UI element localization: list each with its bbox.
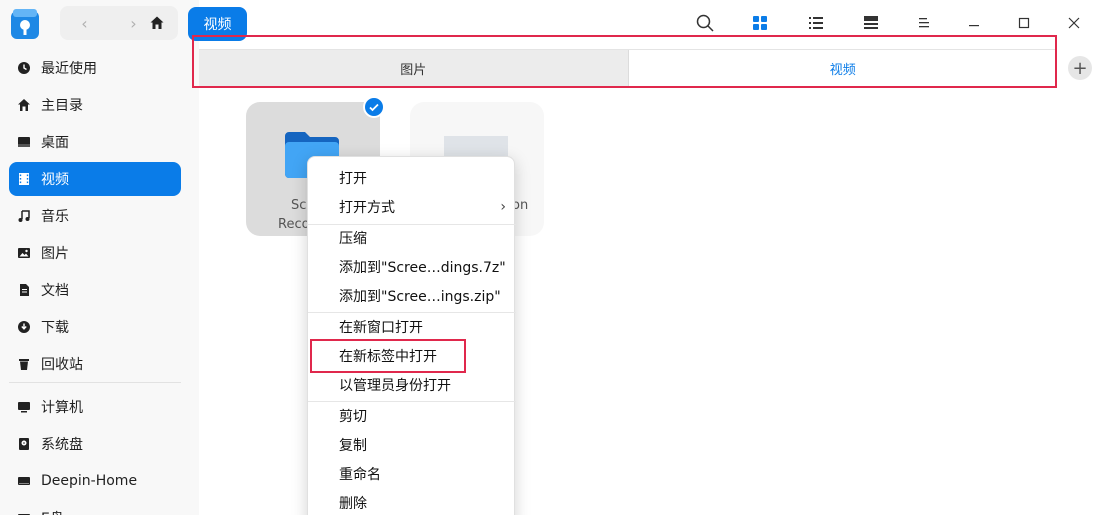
list-view-icon — [809, 17, 823, 29]
menu-icon — [919, 18, 929, 28]
home-icon — [150, 16, 164, 29]
sidebar-item-label: 视频 — [41, 172, 69, 188]
computer-icon — [17, 400, 31, 414]
music-icon — [17, 209, 31, 223]
menu-item-copy[interactable]: 复制 — [308, 431, 516, 459]
drive-icon — [17, 511, 31, 515]
sidebar-item-label: E盘 — [41, 508, 64, 515]
menu-item-label: 添加到"Scree…ings.zip" — [339, 289, 501, 305]
detail-panel-button[interactable] — [860, 12, 882, 34]
sidebar-item-recent[interactable]: 最近使用 — [9, 51, 181, 85]
context-menu: 打开 打开方式 › 压缩 添加到"Scree…dings.7z" 添加到"Scre… — [307, 156, 516, 515]
sidebar-item-music[interactable]: 音乐 — [9, 199, 181, 233]
menu-item-label: 在新标签中打开 — [339, 349, 437, 365]
breadcrumb[interactable]: 视频 — [188, 7, 247, 41]
menu-item-open-with[interactable]: 打开方式 › — [308, 193, 516, 221]
menu-item-add-to-zip[interactable]: 添加到"Scree…ings.zip" — [308, 282, 516, 310]
minimize-icon — [969, 25, 979, 27]
menu-item-label: 打开 — [339, 171, 367, 187]
back-button[interactable]: ‹ — [60, 6, 109, 40]
icon-view-button[interactable] — [749, 12, 771, 34]
sidebar-item-computer[interactable]: 计算机 — [9, 390, 181, 424]
menu-item-delete[interactable]: 删除 — [308, 489, 516, 515]
minimize-button[interactable] — [963, 12, 985, 34]
sidebar-item-label: 音乐 — [41, 209, 69, 225]
file-manager-logo-icon — [11, 9, 39, 39]
sidebar-item-e-drive[interactable]: E盘 — [9, 501, 181, 515]
sidebar-item-label: 文档 — [41, 283, 69, 299]
menu-item-label: 剪切 — [339, 409, 367, 425]
desktop-icon — [17, 135, 31, 149]
plus-icon: + — [1072, 57, 1088, 79]
menu-item-cut[interactable]: 剪切 — [308, 402, 516, 430]
chevron-right-icon: › — [500, 199, 506, 215]
chevron-left-icon: ‹ — [81, 13, 88, 33]
add-tab-button[interactable]: + — [1068, 56, 1092, 80]
close-icon — [1068, 17, 1080, 29]
selected-check-icon — [363, 96, 385, 118]
menu-button[interactable] — [913, 12, 935, 34]
download-icon — [17, 320, 31, 334]
search-icon — [696, 14, 714, 32]
sidebar: 最近使用 主目录 桌面 视频 音乐 图片 文档 下载 回收站 计算机 系统盘 D… — [0, 0, 199, 515]
maximize-icon — [1018, 17, 1030, 29]
menu-item-label: 复制 — [339, 438, 367, 454]
picture-icon — [17, 246, 31, 260]
sidebar-item-desktop[interactable]: 桌面 — [9, 125, 181, 159]
menu-item-open-new-tab[interactable]: 在新标签中打开 — [308, 342, 516, 370]
sidebar-item-label: 图片 — [41, 246, 69, 262]
sidebar-item-downloads[interactable]: 下载 — [9, 310, 181, 344]
menu-item-label: 添加到"Scree…dings.7z" — [339, 260, 506, 276]
tab-pictures[interactable]: 图片 — [199, 50, 628, 86]
menu-item-open-as-admin[interactable]: 以管理员身份打开 — [308, 371, 516, 399]
sidebar-item-label: 主目录 — [41, 98, 83, 114]
sidebar-item-label: Deepin-Home — [41, 473, 138, 489]
sidebar-item-label: 计算机 — [41, 400, 83, 416]
sidebar-item-trash[interactable]: 回收站 — [9, 347, 181, 381]
tab-videos[interactable]: 视频 — [627, 50, 1057, 86]
menu-item-open-new-window[interactable]: 在新窗口打开 — [308, 313, 516, 341]
menu-item-label: 打开方式 — [339, 200, 395, 216]
sidebar-item-system-disk[interactable]: 系统盘 — [9, 427, 181, 461]
menu-item-open[interactable]: 打开 — [308, 164, 516, 192]
menu-item-label: 删除 — [339, 496, 367, 512]
sidebar-item-deepin-home[interactable]: Deepin-Home — [9, 464, 181, 498]
sidebar-item-label: 回收站 — [41, 357, 83, 373]
home-icon — [17, 98, 31, 112]
sidebar-item-home[interactable]: 主目录 — [9, 88, 181, 122]
menu-item-label: 重命名 — [339, 467, 381, 483]
menu-item-label: 在新窗口打开 — [339, 320, 423, 336]
file-name-line2: Reco — [278, 217, 310, 232]
sidebar-item-documents[interactable]: 文档 — [9, 273, 181, 307]
disk-icon — [17, 437, 31, 451]
sidebar-item-label: 桌面 — [41, 135, 69, 151]
menu-item-add-to-7z[interactable]: 添加到"Scree…dings.7z" — [308, 253, 516, 281]
grid-view-icon — [753, 16, 767, 30]
sidebar-item-pictures[interactable]: 图片 — [9, 236, 181, 270]
detail-panel-icon — [864, 16, 878, 29]
menu-item-label: 压缩 — [339, 231, 367, 247]
trash-icon — [17, 357, 31, 371]
sidebar-divider — [9, 382, 181, 383]
list-view-button[interactable] — [805, 12, 827, 34]
sidebar-item-label: 系统盘 — [41, 437, 83, 453]
document-icon — [17, 283, 31, 297]
drive-icon — [17, 474, 31, 488]
sidebar-item-label: 最近使用 — [41, 61, 97, 77]
home-button[interactable] — [136, 6, 178, 40]
sidebar-item-label: 下载 — [41, 320, 69, 336]
close-button[interactable] — [1063, 12, 1085, 34]
menu-item-rename[interactable]: 重命名 — [308, 460, 516, 488]
sidebar-item-videos[interactable]: 视频 — [9, 162, 181, 196]
tab-bar: 图片 视频 — [199, 49, 1057, 87]
search-button[interactable] — [694, 12, 716, 34]
film-icon — [17, 172, 31, 186]
menu-item-label: 以管理员身份打开 — [339, 378, 451, 394]
menu-item-compress[interactable]: 压缩 — [308, 224, 516, 252]
clock-icon — [17, 61, 31, 75]
maximize-button[interactable] — [1013, 12, 1035, 34]
